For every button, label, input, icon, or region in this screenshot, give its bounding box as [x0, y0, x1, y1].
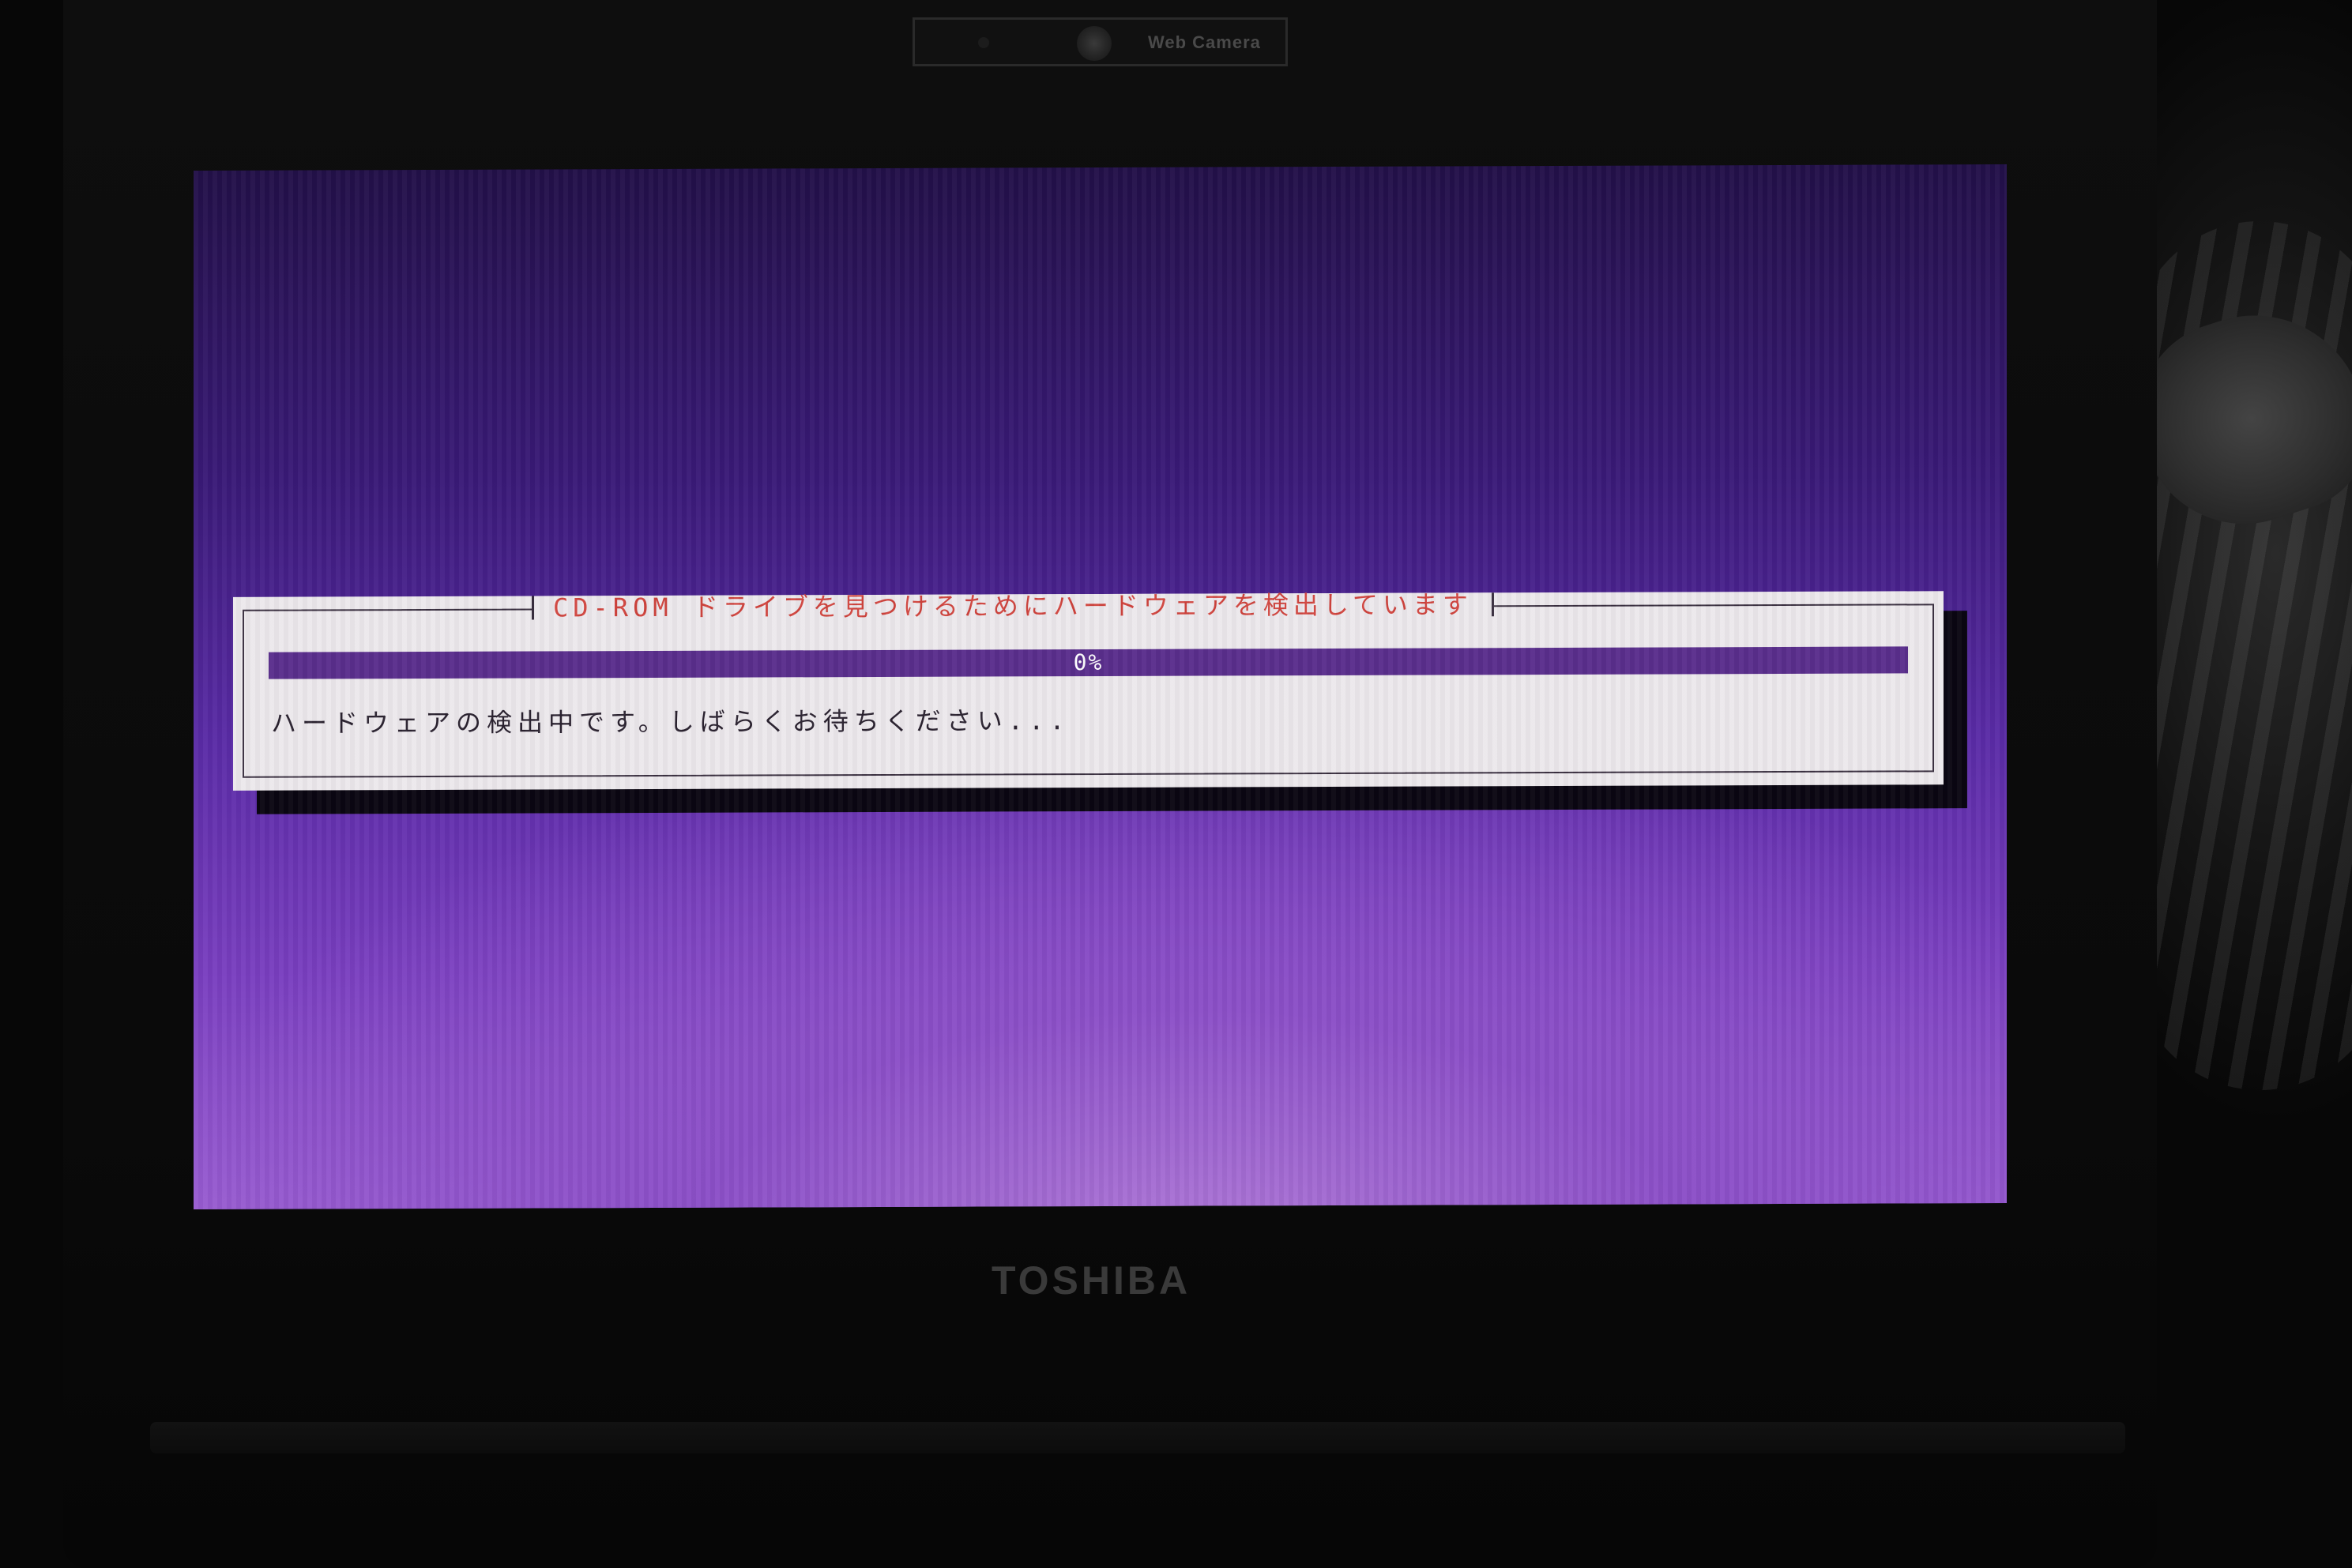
laptop-screen: CD-ROM ドライブを見つけるためにハードウェアを検出しています 0% ハード… [194, 164, 2007, 1210]
dialog-title: CD-ROM ドライブを見つけるためにハードウェアを検出しています [532, 589, 1494, 622]
progress-label: 0% [1073, 649, 1104, 676]
dialog-frame [243, 604, 1934, 778]
webcam-indicator-icon [978, 37, 989, 48]
laptop-hinge [150, 1422, 2125, 1453]
status-message: ハードウェアの検出中です。しばらくお待ちください... [271, 705, 1071, 739]
brand-logo: TOSHIBA [992, 1258, 1191, 1303]
webcam-strip: Web Camera [913, 17, 1288, 66]
photo-background: Web Camera CD-ROM ドライブを見つけるためにハードウェアを検出し… [0, 0, 2352, 1568]
webcam-lens-icon [1077, 26, 1112, 61]
installer-dialog: CD-ROM ドライブを見つけるためにハードウェアを検出しています 0% ハード… [233, 589, 1944, 791]
progress-bar: 0% [269, 646, 1908, 679]
webcam-label: Web Camera [1148, 32, 1261, 52]
